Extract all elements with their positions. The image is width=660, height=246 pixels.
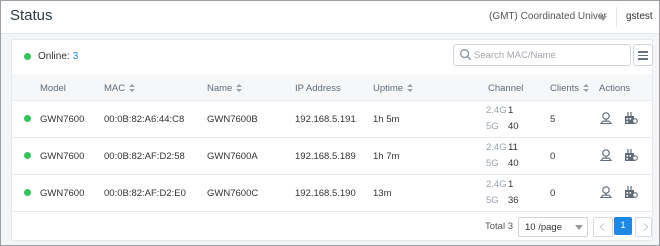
channel-value: 1 bbox=[508, 105, 514, 116]
page-size-select[interactable]: 10 /page bbox=[518, 217, 588, 237]
sort-icon[interactable] bbox=[236, 83, 243, 93]
online-count[interactable]: 3 bbox=[73, 51, 79, 62]
band-label: 5G bbox=[486, 195, 499, 206]
locate-icon[interactable] bbox=[599, 148, 613, 162]
search-input[interactable]: Search MAC/Name bbox=[453, 44, 631, 66]
cell-model: GWN7600 bbox=[40, 114, 85, 125]
col-clients-label: Clients bbox=[550, 83, 580, 94]
channel-value: 36 bbox=[508, 195, 519, 206]
sort-icon[interactable] bbox=[583, 83, 590, 93]
page-title: Status bbox=[10, 7, 53, 24]
online-dot-icon bbox=[24, 189, 31, 196]
page-1-button[interactable]: 1 bbox=[614, 217, 632, 235]
online-dot-icon bbox=[24, 53, 31, 60]
col-actions: Actions bbox=[599, 83, 631, 94]
col-channel: Channel bbox=[488, 83, 524, 94]
cell-channel-5: 5G 36 bbox=[486, 195, 519, 206]
divider bbox=[616, 7, 617, 27]
cell-clients: 0 bbox=[550, 188, 556, 199]
band-label: 5G bbox=[486, 121, 499, 132]
channel-value: 40 bbox=[508, 121, 519, 132]
chevron-down-icon[interactable] bbox=[599, 16, 607, 21]
cell-channel-5: 5G 40 bbox=[486, 121, 519, 132]
channel-value: 1 bbox=[508, 179, 514, 190]
table-row[interactable]: GWN7600 00:0B:82:A6:44:C8 GWN7600B 192.1… bbox=[12, 101, 652, 138]
band-label: 2.4G bbox=[486, 142, 507, 153]
ap-status-card: Online: 3 Search MAC/Name Model MAC Name… bbox=[11, 39, 653, 241]
sort-icon[interactable] bbox=[129, 83, 136, 93]
search-placeholder: Search MAC/Name bbox=[474, 50, 556, 61]
cell-channel-24: 2.4G1 bbox=[486, 105, 513, 116]
col-uptime[interactable]: Uptime bbox=[373, 83, 414, 94]
timezone-select[interactable]: (GMT) Coordinated Univer bbox=[489, 11, 607, 22]
menu-icon bbox=[638, 51, 648, 53]
cell-ip: 192.168.5.191 bbox=[295, 114, 356, 125]
cell-mac: 00:0B:82:A6:44:C8 bbox=[104, 114, 185, 125]
config-icon[interactable] bbox=[624, 111, 638, 125]
column-menu-button[interactable] bbox=[633, 44, 653, 66]
online-dot-icon bbox=[24, 115, 31, 122]
header-bar: Status (GMT) Coordinated Univer gstest bbox=[1, 1, 659, 34]
cell-model: GWN7600 bbox=[40, 188, 85, 199]
cell-mac: 00:0B:82:AF:D2:58 bbox=[104, 151, 185, 162]
cell-clients: 0 bbox=[550, 151, 556, 162]
col-name-label: Name bbox=[207, 83, 233, 94]
cell-mac: 00:0B:82:AF:D2:E0 bbox=[104, 188, 186, 199]
cell-uptime: 13m bbox=[373, 188, 392, 199]
col-model: Model bbox=[40, 83, 66, 94]
col-ip: IP Address bbox=[295, 83, 341, 94]
sort-icon[interactable] bbox=[407, 83, 414, 93]
total-count: Total 3 bbox=[485, 221, 513, 232]
page-size-value: 10 /page bbox=[525, 222, 562, 233]
online-label: Online: bbox=[38, 51, 70, 62]
config-icon[interactable] bbox=[624, 185, 638, 199]
table-header: Model MAC Name IP Address Uptime Channel… bbox=[12, 74, 652, 101]
user-menu[interactable]: gstest bbox=[626, 11, 653, 22]
locate-icon[interactable] bbox=[599, 111, 613, 125]
cell-clients: 5 bbox=[550, 114, 556, 125]
online-dot-icon bbox=[24, 152, 31, 159]
col-mac-label: MAC bbox=[104, 83, 126, 94]
search-icon bbox=[460, 49, 472, 61]
menu-icon-line bbox=[638, 58, 648, 60]
cell-channel-5: 5G 40 bbox=[486, 158, 519, 169]
chevron-down-icon bbox=[575, 225, 583, 230]
col-name[interactable]: Name bbox=[207, 83, 243, 94]
band-label: 2.4G bbox=[486, 105, 507, 116]
band-label: 2.4G bbox=[486, 179, 507, 190]
channel-value: 11 bbox=[508, 142, 518, 153]
menu-icon-line bbox=[638, 54, 648, 56]
cell-channel-24: 2.4G11 bbox=[486, 142, 518, 153]
cell-uptime: 1h 7m bbox=[373, 151, 400, 162]
table-row[interactable]: GWN7600 00:0B:82:AF:D2:E0 GWN7600C 192.1… bbox=[12, 175, 652, 212]
next-page-button[interactable] bbox=[635, 217, 652, 237]
band-label: 5G bbox=[486, 158, 499, 169]
channel-value: 40 bbox=[508, 158, 519, 169]
col-clients[interactable]: Clients bbox=[550, 83, 590, 94]
col-uptime-label: Uptime bbox=[373, 83, 404, 94]
col-mac[interactable]: MAC bbox=[104, 83, 136, 94]
cell-uptime: 1h 5m bbox=[373, 114, 400, 125]
cell-channel-24: 2.4G1 bbox=[486, 179, 513, 190]
table-row[interactable]: GWN7600 00:0B:82:AF:D2:58 GWN7600A 192.1… bbox=[12, 138, 652, 175]
config-icon[interactable] bbox=[624, 148, 638, 162]
cell-ip: 192.168.5.189 bbox=[295, 151, 356, 162]
locate-icon[interactable] bbox=[599, 185, 613, 199]
status-window: Status (GMT) Coordinated Univer gstest O… bbox=[0, 0, 660, 246]
cell-name[interactable]: GWN7600B bbox=[207, 114, 258, 125]
cell-name[interactable]: GWN7600A bbox=[207, 151, 258, 162]
online-summary: Online: 3 bbox=[24, 51, 78, 62]
prev-page-button[interactable] bbox=[593, 217, 613, 237]
cell-name[interactable]: GWN7600C bbox=[207, 188, 258, 199]
cell-model: GWN7600 bbox=[40, 151, 85, 162]
cell-ip: 192.168.5.190 bbox=[295, 188, 356, 199]
